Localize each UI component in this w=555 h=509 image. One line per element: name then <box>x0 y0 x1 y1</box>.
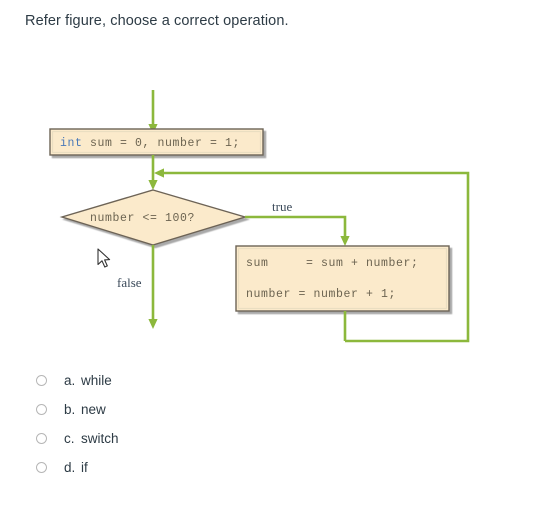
option-row-d[interactable]: d. if <box>25 453 325 482</box>
option-row-a[interactable]: a. while <box>25 366 325 395</box>
true-label: true <box>272 199 292 214</box>
init-keyword: int <box>60 137 83 150</box>
process-line-1: sum = sum + number; <box>246 257 419 270</box>
option-row-c[interactable]: c. switch <box>25 424 325 453</box>
option-label-d: if <box>81 460 88 475</box>
flowchart-svg: int sum = 0, number = 1; number <= 100? … <box>49 90 470 343</box>
process-box: sum = sum + number; number = number + 1; <box>235 245 450 312</box>
decision-diamond: number <= 100? <box>59 189 248 246</box>
process-line-2: number = number + 1; <box>246 288 396 301</box>
radio-option-d[interactable] <box>36 462 47 473</box>
arrow-true-branch <box>245 215 350 246</box>
radio-option-c[interactable] <box>36 433 47 444</box>
option-row-b[interactable]: b. new <box>25 395 325 424</box>
question-text: Refer figure, choose a correct operation… <box>25 13 289 29</box>
answer-options-list: a. while b. new c. switch d. if <box>25 366 325 482</box>
init-rest: sum = 0, number = 1; <box>83 137 241 150</box>
option-label-b: new <box>81 402 106 417</box>
option-letter-d: d. <box>64 460 76 475</box>
radio-option-a[interactable] <box>36 375 47 386</box>
init-statement-text: int sum = 0, number = 1; <box>60 137 240 150</box>
radio-option-b[interactable] <box>36 404 47 415</box>
decision-condition-text: number <= 100? <box>90 212 195 225</box>
init-statement-box: int sum = 0, number = 1; <box>49 128 264 156</box>
arrow-false-branch <box>148 245 158 329</box>
option-letter-a: a. <box>64 373 76 388</box>
option-label-c: switch <box>81 431 119 446</box>
option-letter-b: b. <box>64 402 76 417</box>
arrow-entry <box>148 90 158 134</box>
option-label-a: while <box>81 373 112 388</box>
flowchart-figure: int sum = 0, number = 1; number <= 100? … <box>0 70 555 360</box>
false-label: false <box>117 275 142 290</box>
option-letter-c: c. <box>64 431 75 446</box>
